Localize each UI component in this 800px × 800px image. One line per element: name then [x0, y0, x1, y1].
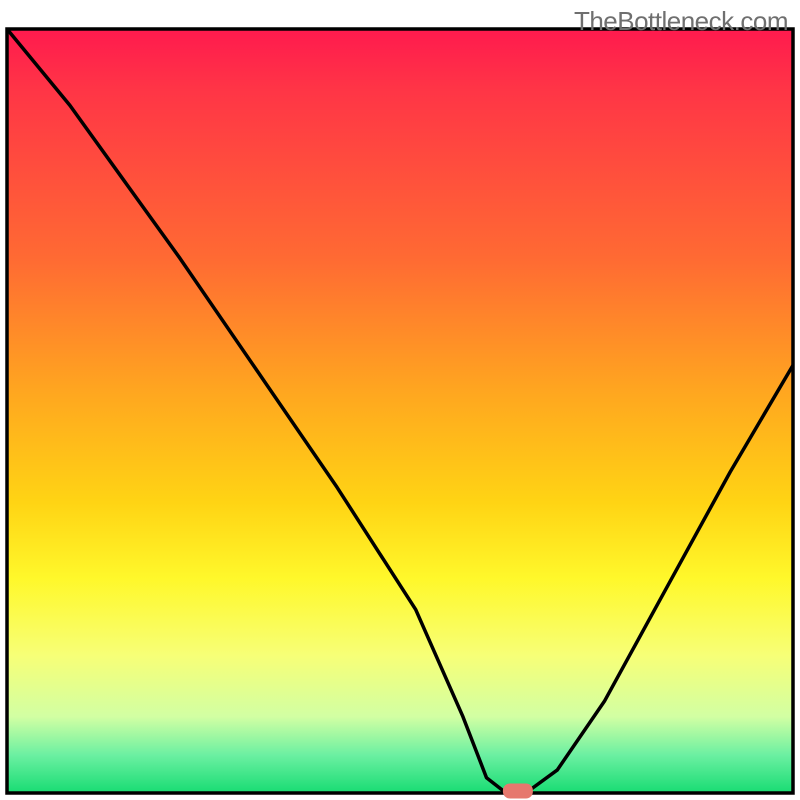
watermark-text: TheBottleneck.com [574, 6, 788, 37]
chart-container: TheBottleneck.com [0, 0, 800, 800]
optimal-point-marker [503, 784, 533, 799]
plot-border [7, 29, 793, 793]
bottleneck-curve [7, 29, 793, 793]
chart-svg [0, 0, 800, 800]
